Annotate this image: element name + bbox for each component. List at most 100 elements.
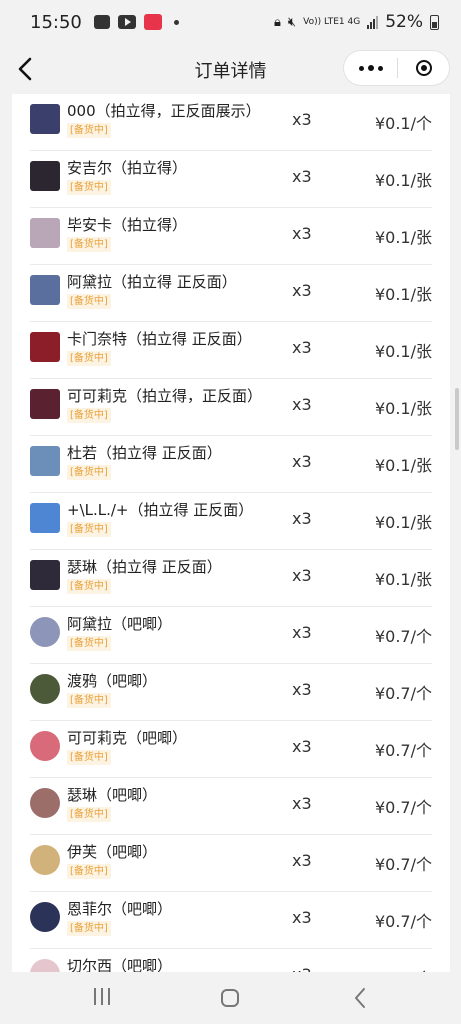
status-badge: [备货中]: [67, 123, 111, 138]
product-name: 阿黛拉（拍立得 正反面）: [67, 273, 237, 291]
order-item-row[interactable]: 安吉尔（拍立得） [备货中] x3 ¥0.1/张: [30, 151, 432, 208]
status-badge: [备货中]: [67, 408, 111, 423]
status-badge: [备货中]: [67, 693, 111, 708]
status-left: 15:50: [30, 12, 179, 33]
order-item-row[interactable]: 恩菲尔（吧唧） [备货中] x3 ¥0.7/个: [30, 892, 432, 949]
unit-price: ¥0.7/个: [374, 798, 432, 817]
quantity: x3: [292, 737, 312, 756]
status-badge: [备货中]: [67, 750, 111, 765]
product-name: 瑟琳（拍立得 正反面）: [67, 558, 222, 576]
status-badge: [备货中]: [67, 864, 111, 879]
quantity: x3: [292, 224, 312, 243]
product-thumbnail: [30, 503, 60, 533]
order-item-row[interactable]: 杜若（拍立得 正反面） [备货中] x3 ¥0.1/张: [30, 436, 432, 493]
youtube-icon: [117, 15, 136, 29]
status-badge: [备货中]: [67, 180, 111, 195]
product-thumbnail: [30, 104, 60, 134]
unit-price: ¥0.1/张: [374, 570, 432, 589]
product-thumbnail: [30, 617, 60, 647]
order-item-list[interactable]: 000（拍立得，正反面展示） [备货中] x3 ¥0.1/个安吉尔（拍立得） [备货中]…: [30, 94, 432, 972]
scrollbar[interactable]: [455, 388, 459, 450]
unit-price: ¥0.7/个: [375, 965, 432, 972]
recent-apps-button[interactable]: [90, 988, 114, 1008]
status-badge: [备货中]: [67, 522, 111, 537]
order-item-row[interactable]: 阿黛拉（吧唧） [备货中] x3 ¥0.7/个: [30, 607, 432, 664]
product-name: 毕安卡（拍立得）: [67, 216, 188, 234]
status-badge: [备货中]: [67, 294, 111, 309]
status-badge: [备货中]: [67, 807, 111, 822]
order-item-row[interactable]: 000（拍立得，正反面展示） [备货中] x3 ¥0.1/个: [30, 94, 432, 151]
product-thumbnail: [30, 731, 60, 761]
product-name: 阿黛拉（吧唧）: [67, 615, 173, 633]
order-item-row[interactable]: 毕安卡（拍立得） [备货中] x3 ¥0.1/张: [30, 208, 432, 265]
gallery-icon: [93, 15, 110, 29]
quantity: x3: [292, 395, 312, 414]
quantity: x3: [292, 680, 312, 699]
target-icon: [415, 60, 432, 76]
product-thumbnail: [30, 161, 60, 191]
dot-icon: [358, 65, 364, 71]
status-right: 🔒︎ 🔇︎ Vo)) LTE1 4G 52%: [274, 12, 439, 32]
xiaohongshu-icon: [143, 14, 162, 30]
more-button[interactable]: [344, 51, 397, 85]
mini-program-capsule: [343, 50, 450, 86]
product-name: 可可莉克（拍立得，正反面）: [67, 387, 263, 405]
close-mini-program-button[interactable]: [398, 51, 449, 85]
order-item-row[interactable]: 卡门奈特（拍立得 正反面） [备货中] x3 ¥0.1/张: [30, 322, 432, 379]
product-thumbnail: [30, 446, 60, 476]
home-button[interactable]: [221, 989, 239, 1007]
order-item-row[interactable]: 可可莉克（吧唧） [备货中] x3 ¥0.7/个: [30, 721, 432, 778]
status-badge: [备货中]: [67, 921, 111, 936]
status-time: 15:50: [30, 11, 82, 33]
unit-price: ¥0.1/个: [374, 114, 432, 133]
product-thumbnail: [30, 275, 60, 305]
signal-icon: [367, 15, 379, 29]
battery-icon: [430, 14, 439, 30]
quantity: x3: [292, 452, 312, 471]
unit-price: ¥0.1/张: [374, 513, 432, 532]
order-item-row[interactable]: 伊芙（吧唧） [备货中] x3 ¥0.7/个: [30, 835, 432, 892]
order-item-row[interactable]: 瑟琳（吧唧） [备货中] x3 ¥0.7/个: [30, 778, 432, 835]
product-name: 瑟琳（吧唧）: [67, 786, 158, 804]
mute-icon: 🔇︎: [287, 14, 297, 30]
status-bar: 15:50 🔒︎ 🔇︎ Vo)) LTE1 4G 52%: [0, 0, 461, 44]
unit-price: ¥0.1/张: [374, 399, 432, 418]
lock-icon: 🔒︎: [273, 14, 281, 30]
product-thumbnail: [30, 560, 60, 590]
product-name: 安吉尔（拍立得）: [67, 159, 188, 177]
order-item-row[interactable]: 阿黛拉（拍立得 正反面） [备货中] x3 ¥0.1/张: [30, 265, 432, 322]
product-thumbnail: [30, 845, 60, 875]
status-badge: [备货中]: [67, 636, 111, 651]
quantity: x3: [292, 566, 312, 585]
product-name: 000（拍立得，正反面展示）: [67, 102, 261, 120]
unit-price: ¥0.1/张: [374, 456, 432, 475]
order-item-row[interactable]: 切尔西（吧唧）[备货中]x3¥0.7/个: [30, 949, 432, 972]
quantity: x3: [292, 281, 312, 300]
unit-price: ¥0.7/个: [374, 855, 432, 874]
network-text: Vo)) LTE1 4G: [303, 17, 361, 27]
product-name: 杜若（拍立得 正反面）: [67, 444, 222, 462]
unit-price: ¥0.1/张: [374, 228, 432, 247]
product-thumbnail: [30, 674, 60, 704]
quantity: x3: [292, 851, 312, 870]
product-name: 卡门奈特（拍立得 正反面）: [67, 330, 252, 348]
order-item-row[interactable]: 可可莉克（拍立得，正反面） [备货中] x3 ¥0.1/张: [30, 379, 432, 436]
unit-price: ¥0.7/个: [374, 741, 432, 760]
quantity: x3: [292, 509, 312, 528]
product-thumbnail: [30, 389, 60, 419]
product-thumbnail: [30, 788, 60, 818]
status-badge: [备货中]: [67, 237, 111, 252]
order-item-row[interactable]: 瑟琳（拍立得 正反面） [备货中] x3 ¥0.1/张: [30, 550, 432, 607]
unit-price: ¥0.1/张: [374, 285, 432, 304]
dot-icon: [367, 65, 374, 71]
product-name: 可可莉克（吧唧）: [67, 729, 188, 747]
order-item-row[interactable]: 渡鸦（吧唧） [备货中] x3 ¥0.7/个: [30, 664, 432, 721]
quantity: x3: [292, 110, 312, 129]
product-thumbnail: [30, 218, 60, 248]
product-thumbnail: [30, 332, 60, 362]
system-back-button[interactable]: [350, 986, 370, 1010]
order-item-row[interactable]: +\L.L./+（拍立得 正反面） [备货中] x3 ¥0.1/张: [30, 493, 432, 550]
quantity: x3: [292, 623, 312, 642]
product-name: 渡鸦（吧唧）: [67, 672, 158, 690]
status-badge: [备货中]: [67, 579, 111, 594]
